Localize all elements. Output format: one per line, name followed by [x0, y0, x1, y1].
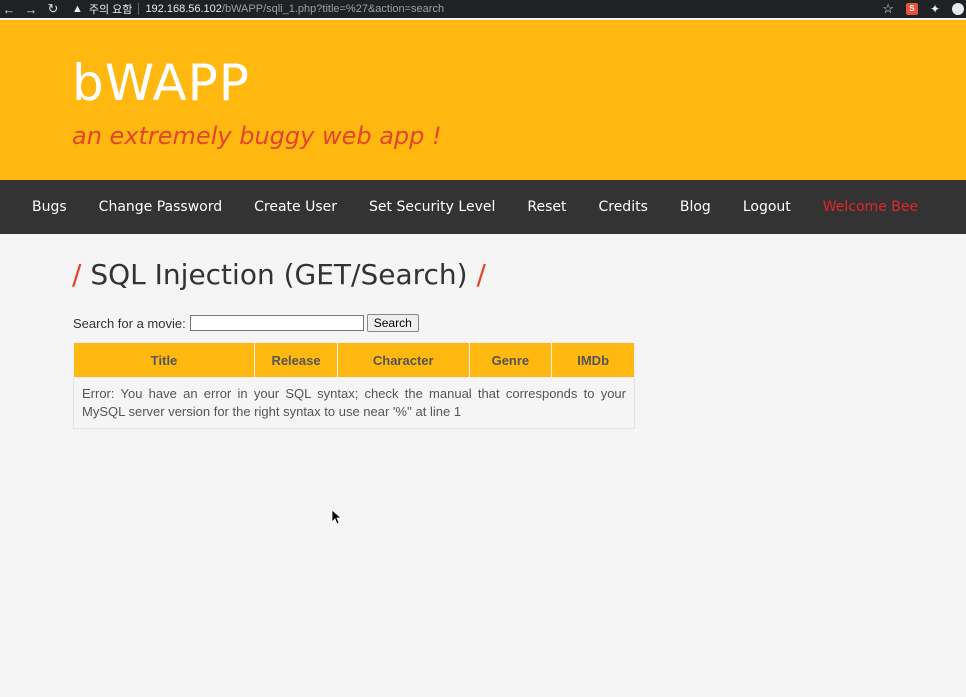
- toolbar-icons: ☆ S ✦: [882, 1, 964, 17]
- search-form: Search for a movie: Search: [73, 314, 419, 332]
- address-bar[interactable]: ▲ 주의 요함 192.168.56.102/bWAPP/sqli_1.php?…: [72, 0, 882, 18]
- menu-set-security-level[interactable]: Set Security Level: [369, 199, 495, 215]
- forward-icon[interactable]: →: [24, 2, 38, 17]
- menu-logout[interactable]: Logout: [743, 199, 791, 215]
- menu-bugs[interactable]: Bugs: [32, 199, 67, 215]
- mouse-pointer-icon: [331, 509, 341, 525]
- back-icon[interactable]: ←: [2, 2, 16, 17]
- menu-reset[interactable]: Reset: [527, 199, 566, 215]
- menu-create-user[interactable]: Create User: [254, 199, 337, 215]
- bookmark-star-icon[interactable]: ☆: [882, 1, 894, 17]
- profile-avatar-icon[interactable]: [952, 3, 964, 15]
- menu-credits[interactable]: Credits: [598, 199, 647, 215]
- column-header-release: Release: [254, 342, 338, 378]
- menu-welcome[interactable]: Welcome Bee: [823, 199, 918, 215]
- column-header-genre: Genre: [468, 342, 553, 378]
- security-warning-text: 주의 요함: [88, 4, 133, 16]
- address-separator: [138, 3, 140, 15]
- search-label: Search for a movie:: [73, 315, 186, 331]
- search-button[interactable]: Search: [366, 314, 419, 332]
- page-title: / SQL Injection (GET/Search) /: [72, 258, 486, 291]
- page-title-text: SQL Injection (GET/Search): [90, 258, 468, 291]
- extension-icon[interactable]: S: [905, 3, 918, 15]
- search-input[interactable]: [189, 315, 364, 331]
- extensions-puzzle-icon[interactable]: ✦: [930, 2, 940, 16]
- table-header-row: Title Release Character Genre IMDb: [72, 342, 635, 378]
- site-logo: bWAPP: [72, 54, 250, 112]
- title-slash-left: /: [72, 258, 82, 291]
- reload-icon[interactable]: ↻: [46, 1, 60, 17]
- site-tagline: an extremely buggy web app !: [72, 122, 442, 150]
- url-host: 192.168.56.102: [145, 3, 222, 15]
- browser-toolbar: ← → ↻ ▲ 주의 요함 192.168.56.102/bWAPP/sqli_…: [0, 0, 966, 18]
- warning-icon[interactable]: ▲: [72, 3, 83, 15]
- menu-blog[interactable]: Blog: [680, 199, 711, 215]
- menu-change-password[interactable]: Change Password: [99, 199, 222, 215]
- column-header-imdb: IMDb: [551, 342, 635, 378]
- column-header-title: Title: [72, 342, 256, 378]
- main-menu: Bugs Change Password Create User Set Sec…: [0, 180, 966, 234]
- results-table: Title Release Character Genre IMDb Error…: [72, 342, 635, 429]
- url-path: /bWAPP/sqli_1.php?title=%27&action=searc…: [221, 3, 445, 15]
- sql-error-message: Error: You have an error in your SQL syn…: [73, 377, 635, 429]
- title-slash-right: /: [476, 258, 486, 291]
- table-row: Error: You have an error in your SQL syn…: [73, 377, 635, 429]
- site-header: bWAPP an extremely buggy web app !: [0, 20, 966, 180]
- column-header-character: Character: [336, 342, 470, 378]
